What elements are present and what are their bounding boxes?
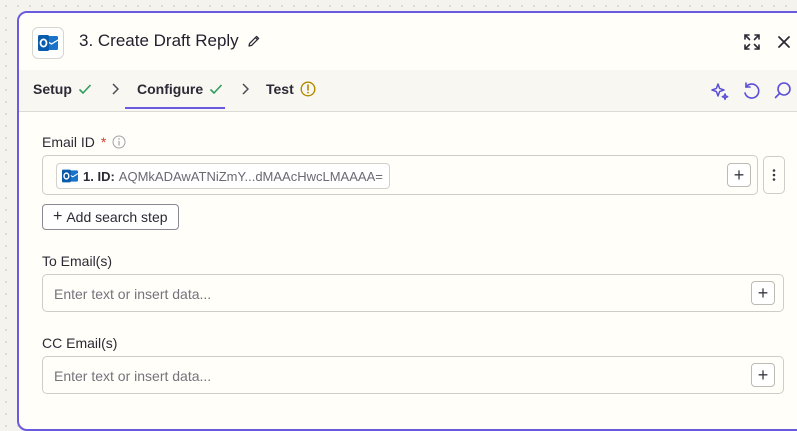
tab-test-label: Test	[266, 81, 294, 97]
to-emails-label-text: To Email(s)	[42, 253, 113, 269]
warning-icon	[300, 81, 316, 97]
insert-data-button[interactable]: +	[727, 163, 751, 187]
outlook-icon	[62, 169, 79, 183]
close-icon[interactable]	[773, 31, 795, 53]
cc-emails-input[interactable]: Enter text or insert data... +	[42, 356, 784, 394]
info-icon[interactable]	[112, 135, 126, 149]
pill-step: 1. ID:	[83, 168, 115, 184]
tab-bar: Setup Configure Test	[19, 70, 797, 112]
pencil-icon[interactable]	[247, 34, 261, 48]
to-emails-placeholder: Enter text or insert data...	[54, 286, 212, 302]
check-icon	[210, 84, 223, 95]
add-search-step-label: Add search step	[66, 209, 168, 225]
chevron-right-icon	[241, 82, 250, 98]
pill-value: AQMkADAwATNiZmY...dMAAcHwcLMAAAA=	[118, 168, 383, 184]
cc-emails-placeholder: Enter text or insert data...	[54, 368, 212, 384]
to-emails-label: To Email(s)	[42, 253, 112, 269]
more-options-icon[interactable]	[763, 156, 785, 194]
cc-emails-label: CC Email(s)	[42, 335, 117, 351]
active-tab-indicator	[125, 107, 225, 109]
tab-test[interactable]: Test	[266, 81, 316, 97]
outlook-icon	[32, 27, 64, 59]
email-id-field[interactable]: 1. ID: AQMkADAwATNiZmY...dMAAcHwcLMAAAA=…	[42, 155, 758, 195]
add-search-step-button[interactable]: + Add search step	[42, 204, 179, 230]
plus-icon: +	[53, 208, 63, 225]
ai-sparkle-icon[interactable]	[708, 79, 732, 103]
step-title[interactable]: 3. Create Draft Reply	[79, 31, 261, 51]
tab-configure[interactable]: Configure	[137, 81, 223, 97]
cc-emails-label-text: CC Email(s)	[42, 335, 118, 351]
refresh-icon[interactable]	[739, 79, 763, 103]
tab-configure-label: Configure	[137, 81, 204, 97]
data-pill[interactable]: 1. ID: AQMkADAwATNiZmY...dMAAcHwcLMAAAA=	[56, 163, 390, 189]
insert-data-button[interactable]: +	[751, 363, 775, 387]
step-title-text: 3. Create Draft Reply	[79, 31, 239, 50]
chevron-right-icon	[111, 82, 120, 98]
panel-header: 3. Create Draft Reply	[19, 13, 797, 71]
check-icon	[78, 84, 91, 95]
search-icon[interactable]	[771, 79, 795, 103]
email-id-label-text: Email ID	[42, 134, 95, 150]
email-id-label: Email ID *	[42, 134, 126, 150]
to-emails-input[interactable]: Enter text or insert data... +	[42, 274, 784, 312]
required-marker: *	[100, 134, 107, 150]
tab-setup-label: Setup	[33, 81, 72, 97]
tab-setup[interactable]: Setup	[33, 81, 92, 97]
insert-data-button[interactable]: +	[751, 281, 775, 305]
step-editor-panel: 3. Create Draft Reply Setup Configure Te…	[17, 11, 797, 431]
expand-icon[interactable]	[741, 31, 763, 53]
